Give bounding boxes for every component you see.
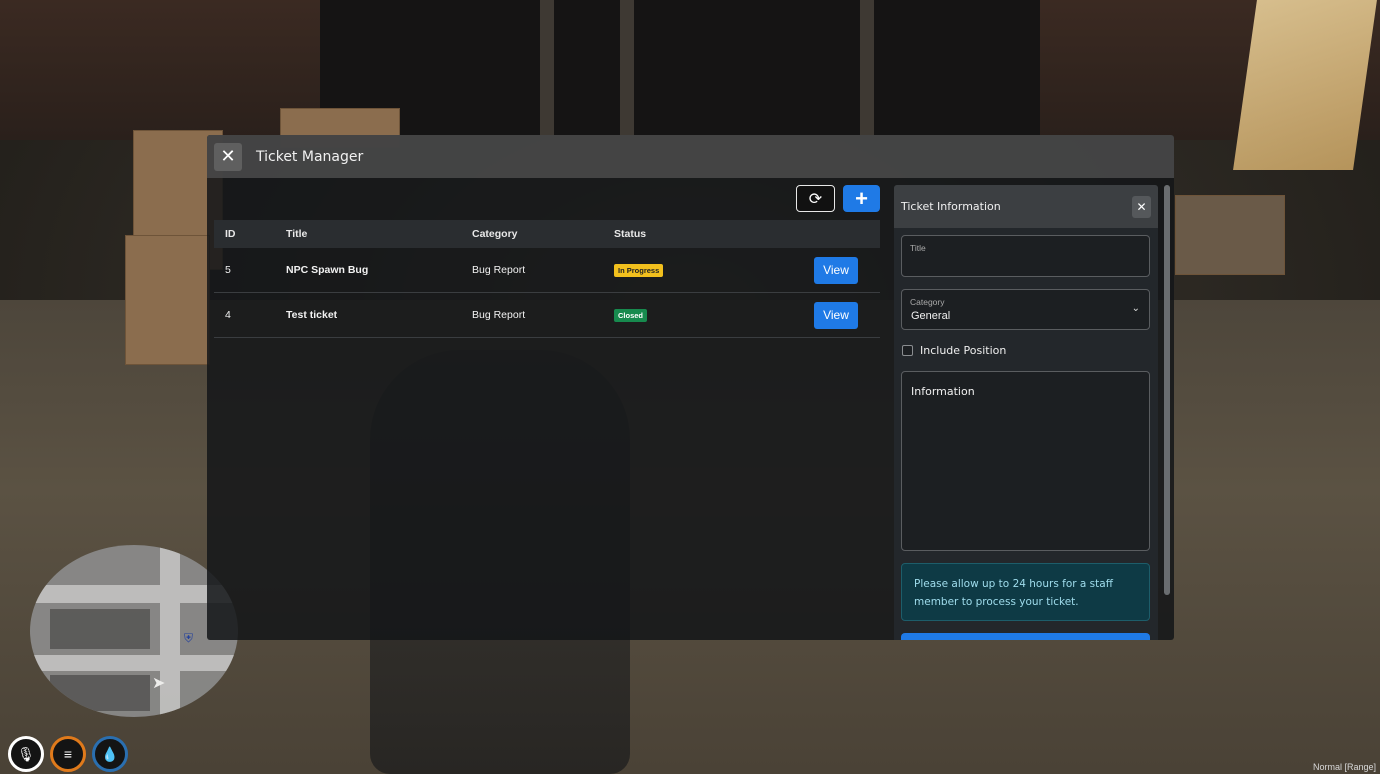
cardboard-box	[125, 235, 210, 365]
refresh-button[interactable]: ⟳	[796, 185, 835, 212]
map-block	[50, 609, 150, 649]
close-icon: ✕	[220, 146, 236, 166]
tickets-table: ID Title Category Status 5 NPC Spawn Bug…	[214, 220, 880, 338]
title-field-label: Title	[910, 243, 926, 253]
close-icon: ✕	[1136, 199, 1147, 214]
scrollbar-thumb[interactable]	[1164, 185, 1170, 595]
ticket-id: 5	[225, 264, 231, 276]
ticket-manager-window: ✕ Ticket Manager ⟳ + ID Title Category S…	[207, 135, 1174, 640]
column-header-title: Title	[286, 228, 308, 240]
door-frame	[620, 0, 634, 135]
category-label: Category	[910, 297, 945, 307]
category-select[interactable]: Category General ⌄	[901, 289, 1150, 330]
donut-poster	[1233, 0, 1377, 170]
ticket-list-area: ⟳ + ID Title Category Status 5 NPC Spawn…	[207, 178, 887, 640]
information-textarea[interactable]: Information	[901, 371, 1150, 551]
ticket-information-panel: Ticket Information ✕ Title Category Gene…	[894, 185, 1158, 640]
microphone-icon: 🎙	[8, 736, 44, 772]
refresh-icon: ⟳	[808, 190, 823, 208]
toolbar: ⟳ +	[796, 185, 880, 212]
doorway	[320, 0, 1040, 135]
scrollbar[interactable]	[1164, 185, 1170, 595]
door-frame	[860, 0, 874, 135]
column-header-status: Status	[614, 228, 647, 240]
table-row: 5 NPC Spawn Bug Bug Report In Progress V…	[214, 248, 880, 293]
panel-header: Ticket Information ✕	[894, 185, 1158, 228]
cardboard-box	[1175, 195, 1285, 275]
status-hud: 🎙 ≡ 💧	[8, 736, 128, 772]
close-panel-button[interactable]: ✕	[1132, 195, 1151, 218]
title-bar: ✕ Ticket Manager	[207, 135, 1174, 178]
ticket-title: NPC Spawn Bug	[286, 264, 369, 276]
map-road	[30, 655, 238, 671]
view-ticket-button[interactable]: View	[814, 256, 858, 284]
include-position-label: Include Position	[920, 344, 1007, 357]
ticket-status: Closed	[614, 308, 814, 322]
column-header-category: Category	[472, 228, 518, 240]
ticket-title: Test ticket	[286, 309, 338, 321]
plus-icon: +	[855, 185, 868, 211]
ticket-category: Bug Report	[472, 264, 526, 276]
information-placeholder: Information	[911, 385, 975, 398]
player-arrow-icon: ➤	[152, 675, 166, 692]
police-pin-icon: ⛨	[184, 631, 194, 645]
new-ticket-button[interactable]: +	[843, 185, 880, 212]
status-badge: In Progress	[614, 263, 664, 277]
door-frame	[540, 0, 554, 135]
ticket-id: 4	[225, 309, 231, 321]
ticket-status: In Progress	[614, 263, 814, 277]
close-window-button[interactable]: ✕	[214, 142, 242, 171]
include-position-checkbox[interactable]	[902, 345, 913, 356]
column-header-id: ID	[225, 228, 236, 240]
thirst-icon: 💧	[92, 736, 128, 772]
info-notice: Please allow up to 24 hours for a staff …	[901, 563, 1150, 621]
chevron-down-icon: ⌄	[1131, 303, 1140, 314]
window-title: Ticket Manager	[256, 148, 364, 165]
submit-button[interactable]	[901, 633, 1150, 640]
view-ticket-button[interactable]: View	[814, 301, 858, 329]
table-header: ID Title Category Status	[214, 220, 880, 248]
table-row: 4 Test ticket Bug Report Closed View	[214, 293, 880, 338]
category-value: General	[911, 310, 951, 322]
status-badge: Closed	[614, 308, 648, 322]
hunger-icon: ≡	[50, 736, 86, 772]
panel-title: Ticket Information	[901, 200, 1001, 213]
ticket-title-input[interactable]: Title	[901, 235, 1150, 277]
map-block	[50, 675, 150, 711]
ticket-category: Bug Report	[472, 309, 526, 321]
include-position-row: Include Position	[902, 344, 1006, 357]
voice-range-label: Normal [Range]	[1312, 762, 1376, 772]
